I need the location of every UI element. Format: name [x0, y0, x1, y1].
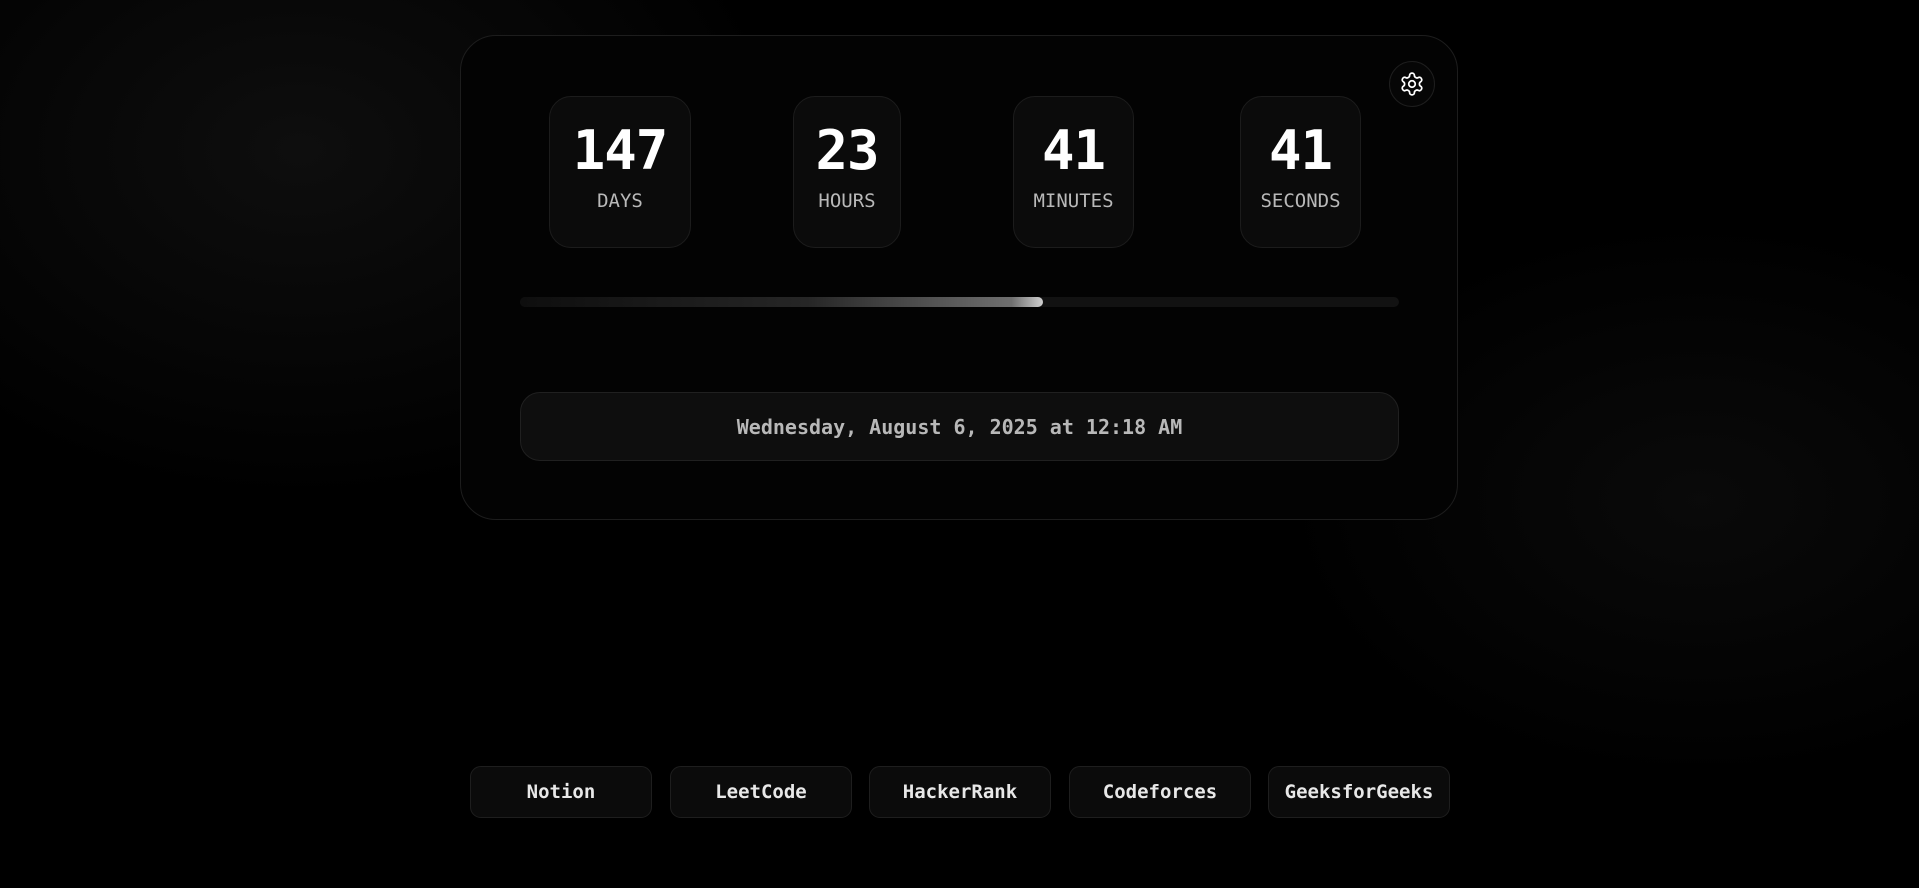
target-datetime: Wednesday, August 6, 2025 at 12:18 AM [736, 414, 1183, 439]
link-codeforces[interactable]: Codeforces [1069, 766, 1251, 818]
gear-icon [1399, 71, 1425, 97]
target-datetime-box: Wednesday, August 6, 2025 at 12:18 AM [520, 392, 1399, 461]
days-unit: 147 DAYS [549, 96, 691, 248]
days-value: 147 [572, 119, 669, 182]
quick-links-bar: Notion LeetCode HackerRank Codeforces Ge… [0, 766, 1919, 818]
link-leetcode[interactable]: LeetCode [670, 766, 852, 818]
minutes-value: 41 [1041, 119, 1106, 182]
link-geeksforgeeks[interactable]: GeeksforGeeks [1268, 766, 1450, 818]
seconds-label: SECONDS [1260, 190, 1341, 212]
link-notion[interactable]: Notion [470, 766, 652, 818]
hours-label: HOURS [818, 190, 876, 212]
seconds-value: 41 [1268, 119, 1333, 182]
link-hackerrank[interactable]: HackerRank [869, 766, 1051, 818]
page: 147 DAYS 23 HOURS 41 MINUTES 41 SECONDS … [0, 0, 1919, 888]
minutes-label: MINUTES [1033, 190, 1114, 212]
progress-fill [520, 297, 1043, 307]
minutes-unit: 41 MINUTES [1013, 96, 1134, 248]
hours-value: 23 [815, 119, 879, 182]
settings-button[interactable] [1389, 61, 1435, 107]
hours-unit: 23 HOURS [793, 96, 901, 248]
progress-bar [520, 297, 1399, 307]
seconds-unit: 41 SECONDS [1240, 96, 1361, 248]
days-label: DAYS [597, 190, 643, 212]
